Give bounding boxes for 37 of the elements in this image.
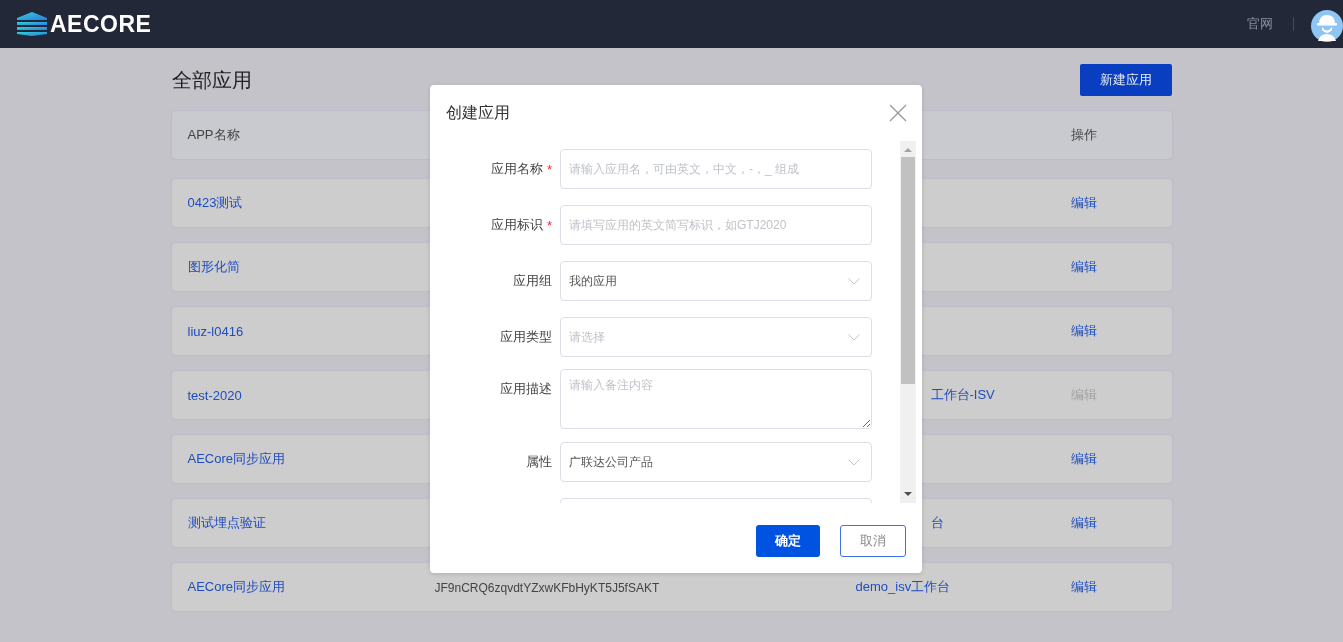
- edit-link[interactable]: 编辑: [1070, 579, 1097, 594]
- field-label: 属性: [526, 453, 552, 471]
- required-mark: *: [546, 161, 552, 177]
- field-label: 应用组: [513, 272, 552, 290]
- input-field[interactable]: 请填写应用的英文简写标识，如GTJ2020: [560, 205, 872, 245]
- table-cell: JF9nCRQ6zqvdtYZxwKFbHyKT5J5fSAKT: [434, 580, 660, 595]
- field-label: 应用描述: [500, 380, 552, 398]
- workspace-link[interactable]: demo_isv工作台: [855, 579, 951, 594]
- workspace-link[interactable]: 台: [930, 515, 944, 530]
- edit-link[interactable]: 编辑: [1070, 323, 1097, 338]
- logo-text: AECORE: [50, 10, 152, 38]
- column-header: APP名称: [186, 126, 241, 144]
- field-label: 应用名称: [490, 160, 543, 178]
- confirm-button[interactable]: 确定: [756, 525, 820, 557]
- app-name-link[interactable]: 0423测试: [187, 195, 243, 210]
- dialog-title: 创建应用: [446, 102, 510, 123]
- app-name-link[interactable]: 测试埋点验证: [187, 515, 266, 530]
- page-title: 全部应用: [171, 67, 252, 93]
- description-field[interactable]: 请输入备注内容: [560, 369, 872, 429]
- website-link[interactable]: 官网: [1247, 15, 1273, 33]
- edit-link[interactable]: 编辑: [1070, 515, 1097, 530]
- select-field[interactable]: 我的应用: [560, 261, 872, 301]
- app-name-link[interactable]: liuz-l0416: [187, 323, 244, 339]
- new-app-button[interactable]: 新建应用: [1079, 64, 1172, 96]
- field-label: 应用标识: [490, 216, 543, 234]
- app-name-link[interactable]: 图形化简: [187, 259, 240, 274]
- app-name-link[interactable]: AECore同步应用: [187, 579, 286, 594]
- edit-link[interactable]: 编辑: [1070, 451, 1097, 466]
- input-field[interactable]: 请输入应用名，可由英文，中文，-，_ 组成: [560, 149, 872, 189]
- app-name-link[interactable]: AECore同步应用: [187, 451, 286, 466]
- edit-link[interactable]: 编辑: [1070, 259, 1097, 274]
- cancel-button[interactable]: 取消: [840, 525, 906, 557]
- field-label: 应用类型: [500, 328, 552, 346]
- select-field[interactable]: 广联达公司产品: [560, 442, 872, 482]
- required-mark: *: [546, 217, 552, 233]
- edit-link[interactable]: 编辑: [1070, 195, 1097, 210]
- column-header: 操作: [1070, 126, 1098, 144]
